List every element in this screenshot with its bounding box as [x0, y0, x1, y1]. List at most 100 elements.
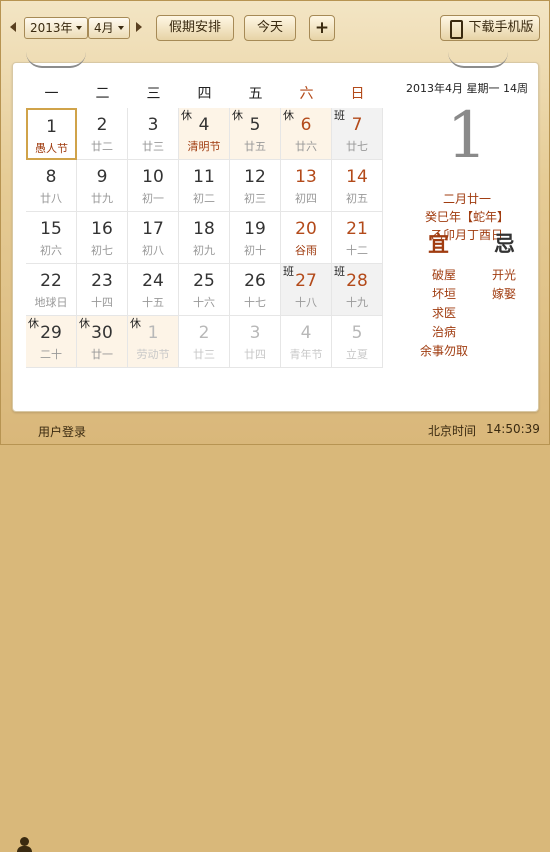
- lunar-day-label: 十八: [295, 296, 317, 309]
- lunar-day-label: 青年节: [289, 348, 323, 361]
- day-number: 13: [295, 167, 317, 187]
- yi-heading: 宜: [428, 232, 449, 256]
- day-cell[interactable]: 12 初三: [230, 160, 281, 212]
- lunar-day-label: 初七: [91, 244, 113, 257]
- day-number: 17: [142, 219, 164, 239]
- day-cell[interactable]: 休 6 廿六: [281, 108, 332, 160]
- chevron-down-icon: [118, 26, 124, 30]
- day-cell[interactable]: 20 谷雨: [281, 212, 332, 264]
- day-cell[interactable]: 8 廿八: [26, 160, 77, 212]
- weekday-header: 三: [146, 86, 161, 102]
- weekday-header: 二: [95, 86, 110, 102]
- day-number: 23: [91, 271, 113, 291]
- day-cell[interactable]: 4 青年节: [281, 316, 332, 368]
- day-number: 24: [142, 271, 164, 291]
- day-number: 12: [244, 167, 266, 187]
- lunar-day-label: 初二: [193, 192, 215, 205]
- next-month-arrow-icon[interactable]: [136, 22, 142, 32]
- lunar-day-label: 初十: [244, 244, 266, 257]
- day-number: 3: [147, 115, 159, 135]
- holiday-schedule-button[interactable]: 假期安排: [156, 15, 234, 41]
- day-number: 8: [45, 167, 57, 187]
- day-cell[interactable]: 班 28 十九: [332, 264, 383, 316]
- yi-list: 破屋 坏垣 求医 治病 余事勿取: [410, 266, 478, 361]
- day-cell[interactable]: 2 廿三: [179, 316, 230, 368]
- today-button[interactable]: 今天: [244, 15, 296, 41]
- day-number: 9: [96, 167, 108, 187]
- download-mobile-button[interactable]: 下载手机版: [440, 15, 540, 41]
- yi-item: 余事勿取: [419, 344, 468, 358]
- day-cell[interactable]: 14 初五: [332, 160, 383, 212]
- day-number: 4: [300, 323, 312, 343]
- prev-month-arrow-icon[interactable]: [10, 22, 16, 32]
- day-cell[interactable]: 3 廿三: [128, 108, 179, 160]
- day-cell[interactable]: 9 廿九: [77, 160, 128, 212]
- day-cell[interactable]: 23 十四: [77, 264, 128, 316]
- day-cell[interactable]: 25 十六: [179, 264, 230, 316]
- user-login-link[interactable]: 用户登录: [38, 423, 86, 440]
- day-cell[interactable]: 24 十五: [128, 264, 179, 316]
- day-number: 18: [193, 219, 215, 239]
- lunar-day-label: 廿六: [295, 140, 317, 153]
- lunar-year: 癸巳年【蛇年】: [424, 210, 509, 224]
- day-cell[interactable]: 休 30 廿一: [77, 316, 128, 368]
- day-cell[interactable]: 19 初十: [230, 212, 281, 264]
- yi-item: 坏垣: [431, 287, 456, 301]
- day-cell[interactable]: 26 十七: [230, 264, 281, 316]
- yi-item: 治病: [431, 325, 456, 339]
- day-number: 14: [346, 167, 368, 187]
- lunar-day-label: 廿七: [346, 140, 368, 153]
- day-number: 5: [351, 323, 363, 343]
- day-cell[interactable]: 休 4 清明节: [179, 108, 230, 160]
- lunar-day-label: 初一: [142, 192, 164, 205]
- day-cell[interactable]: 17 初八: [128, 212, 179, 264]
- binder-ring-icon: [448, 52, 512, 68]
- year-select[interactable]: 2013年: [24, 17, 88, 39]
- lunar-day-label: 十五: [142, 296, 164, 309]
- weekday-header: 六: [299, 86, 314, 102]
- lunar-day-label: 初五: [346, 192, 368, 205]
- yi-item: 破屋: [431, 268, 456, 282]
- ji-heading: 忌: [494, 232, 515, 256]
- day-cell[interactable]: 22 地球日: [26, 264, 77, 316]
- beijing-time-label: 北京时间: [428, 424, 477, 438]
- chevron-down-icon: [76, 26, 82, 30]
- day-cell[interactable]: 班 27 十八: [281, 264, 332, 316]
- weekday-header: 日: [350, 86, 365, 102]
- day-cell[interactable]: 休 1 劳动节: [128, 316, 179, 368]
- day-cell[interactable]: 班 7 廿七: [332, 108, 383, 160]
- day-cell[interactable]: 休 29 二十: [26, 316, 77, 368]
- day-cell[interactable]: 休 5 廿五: [230, 108, 281, 160]
- day-cell[interactable]: 18 初九: [179, 212, 230, 264]
- lunar-day-label: 十九: [346, 296, 368, 309]
- day-cell[interactable]: 16 初七: [77, 212, 128, 264]
- lunar-date: 二月廿一: [442, 192, 491, 206]
- lunar-day-label: 廿二: [91, 140, 113, 153]
- day-cell[interactable]: 10 初一: [128, 160, 179, 212]
- day-cell[interactable]: 2 廿二: [77, 108, 128, 160]
- day-cell[interactable]: 13 初四: [281, 160, 332, 212]
- day-cell[interactable]: 15 初六: [26, 212, 77, 264]
- lunar-day-label: 廿八: [40, 192, 62, 205]
- user-icon[interactable]: [17, 837, 32, 852]
- selected-date-line: 2013年4月 星期一 14周: [406, 82, 528, 95]
- lunar-day-label: 愚人节: [35, 142, 68, 155]
- day-cell[interactable]: 21 十二: [332, 212, 383, 264]
- day-cell[interactable]: 11 初二: [179, 160, 230, 212]
- lunar-day-label: 谷雨: [295, 244, 317, 257]
- day-number: 5: [249, 115, 261, 135]
- day-number: 1: [46, 117, 57, 137]
- weekday-header: 五: [248, 86, 263, 102]
- day-cell[interactable]: 1 愚人节: [26, 108, 77, 160]
- day-cell[interactable]: 3 廿四: [230, 316, 281, 368]
- lunar-day-label: 廿九: [91, 192, 113, 205]
- lunar-ganzhi: 乙卯月丁酉日: [430, 228, 503, 242]
- month-select[interactable]: 4月: [88, 17, 130, 39]
- ji-item: 开光: [491, 268, 516, 282]
- lunar-day-label: 廿一: [91, 348, 113, 361]
- binder-ring-icon: [26, 52, 90, 68]
- day-number: 27: [295, 271, 317, 291]
- day-cell[interactable]: 5 立夏: [332, 316, 383, 368]
- add-event-button[interactable]: +: [309, 15, 335, 41]
- lunar-day-label: 廿五: [244, 140, 266, 153]
